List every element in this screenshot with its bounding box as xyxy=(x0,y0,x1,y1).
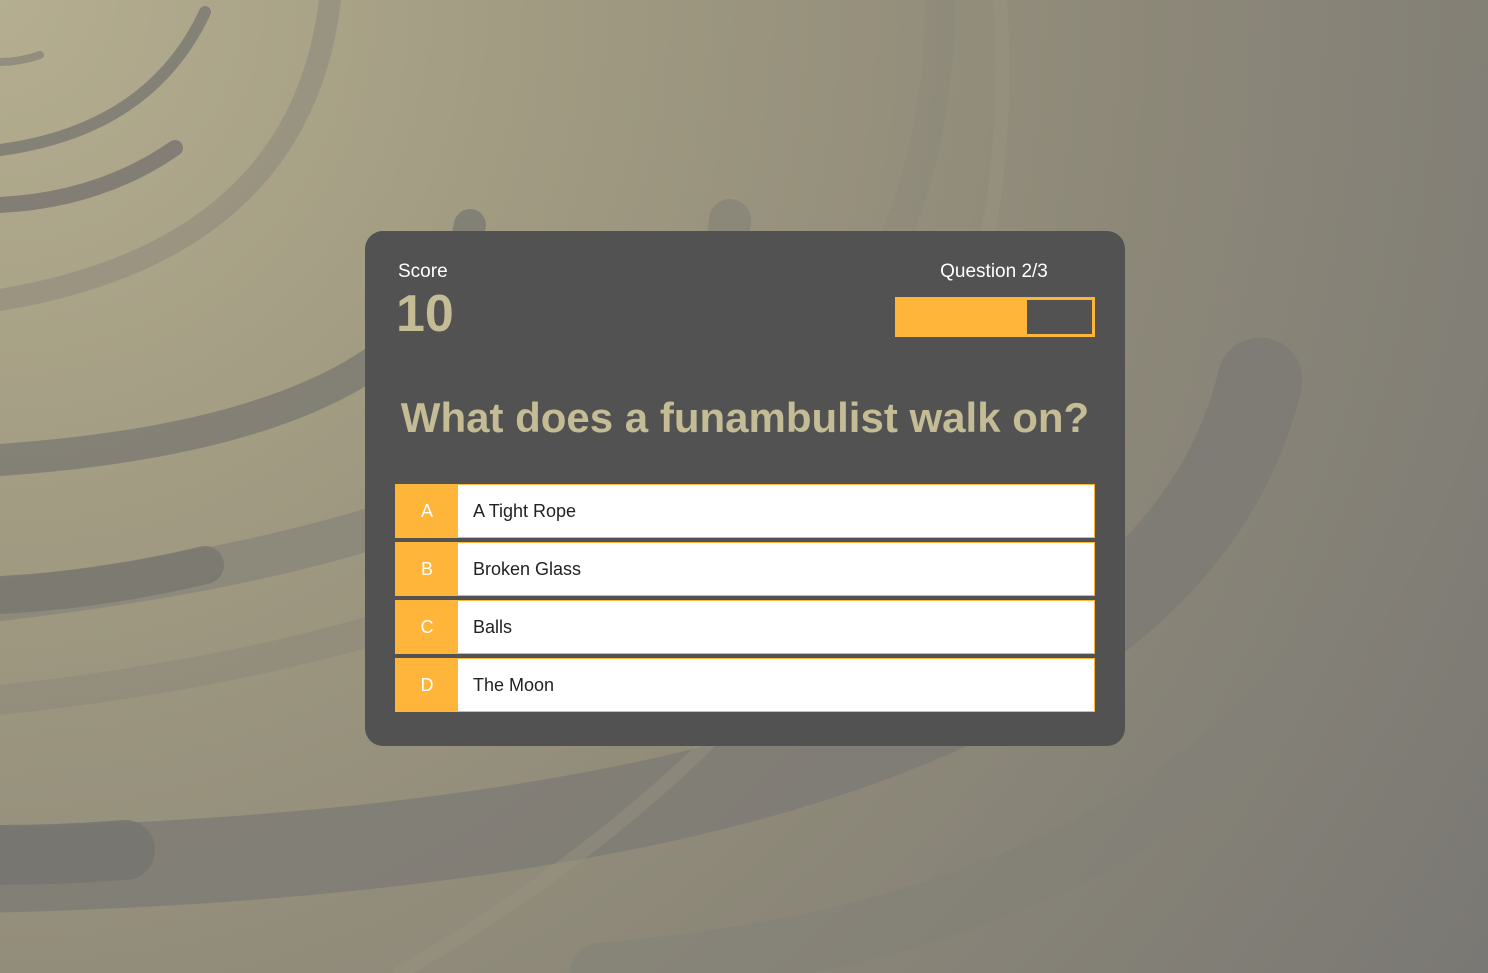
answer-letter: B xyxy=(396,543,458,595)
score-value: 10 xyxy=(396,285,454,343)
answer-list: A A Tight Rope B Broken Glass C Balls D … xyxy=(395,484,1095,716)
answer-text: The Moon xyxy=(473,674,555,695)
answer-letter: D xyxy=(396,659,458,711)
answer-option-c[interactable]: C Balls xyxy=(395,600,1095,654)
answer-option-d[interactable]: D The Moon xyxy=(395,658,1095,712)
answer-letter: A xyxy=(396,485,458,537)
answer-text: Broken Glass xyxy=(473,558,582,579)
progress-bar-fill xyxy=(898,300,1028,334)
answer-option-a[interactable]: A A Tight Rope xyxy=(395,484,1095,538)
answer-text: A Tight Rope xyxy=(473,500,577,521)
question-text: What does a funambulist walk on? xyxy=(400,394,1090,441)
answer-text: Balls xyxy=(473,616,513,637)
question-counter: Question 2/3 xyxy=(940,261,1048,282)
answer-option-b[interactable]: B Broken Glass xyxy=(395,542,1095,596)
progress-bar xyxy=(895,297,1095,337)
score-label: Score xyxy=(398,261,448,282)
answer-letter: C xyxy=(396,601,458,653)
quiz-card: Score 10 Question 2/3 What does a funamb… xyxy=(365,231,1125,746)
